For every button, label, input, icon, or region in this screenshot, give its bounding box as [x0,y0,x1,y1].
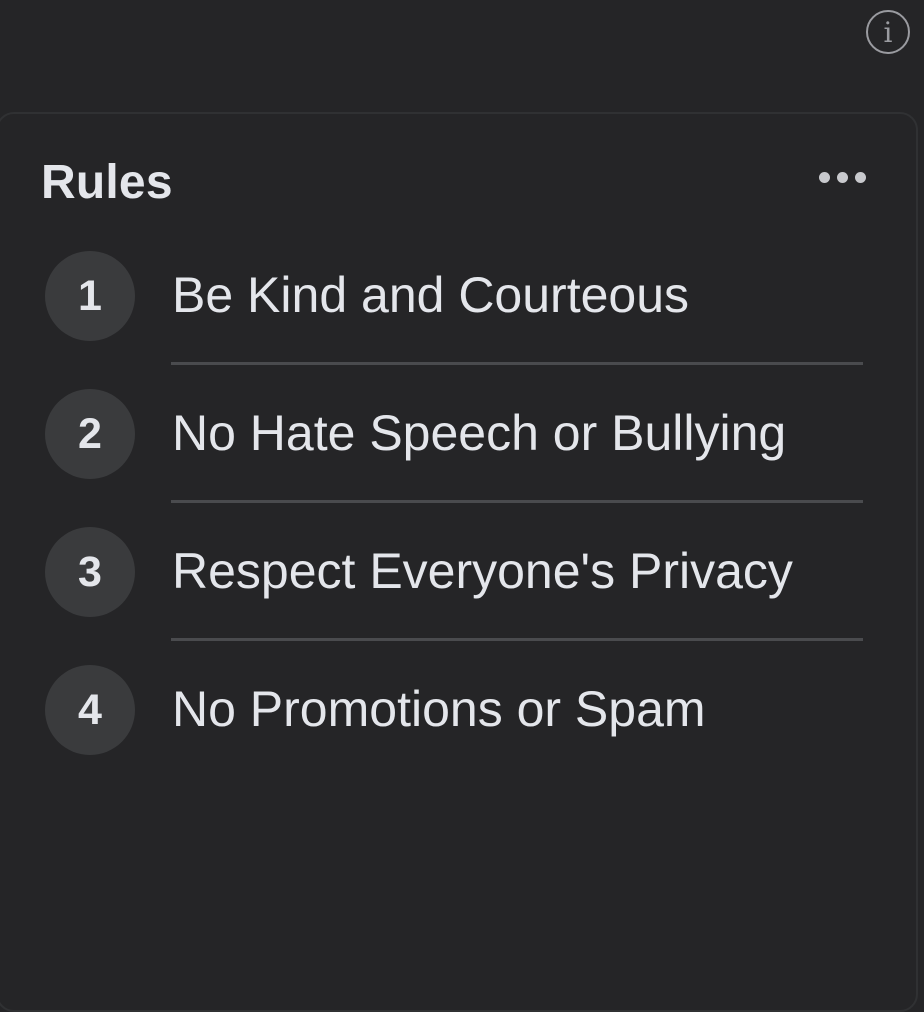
rule-number-badge: 2 [45,389,135,479]
more-horizontal-icon [818,171,830,183]
rule-number-badge: 4 [45,665,135,755]
rule-item[interactable]: 1 Be Kind and Courteous [0,251,924,389]
more-options-button[interactable] [812,160,872,194]
more-horizontal-icon-dot [836,171,848,183]
info-button[interactable]: i [866,10,910,54]
rule-item[interactable]: 2 No Hate Speech or Bullying [0,389,924,527]
rules-title: Rules [41,156,173,209]
more-horizontal-icon-dot [854,171,866,183]
rule-number-badge: 1 [45,251,135,341]
rule-text: No Hate Speech or Bullying [172,405,787,461]
rule-text: Respect Everyone's Privacy [172,543,793,599]
rule-item[interactable]: 3 Respect Everyone's Privacy [0,527,924,665]
info-icon: i [883,16,893,49]
divider [171,362,863,365]
rule-text: No Promotions or Spam [172,681,706,737]
rule-text: Be Kind and Courteous [172,267,690,323]
divider [171,638,863,641]
divider [171,500,863,503]
rule-number-badge: 3 [45,527,135,617]
rule-item[interactable]: 4 No Promotions or Spam [0,665,924,803]
